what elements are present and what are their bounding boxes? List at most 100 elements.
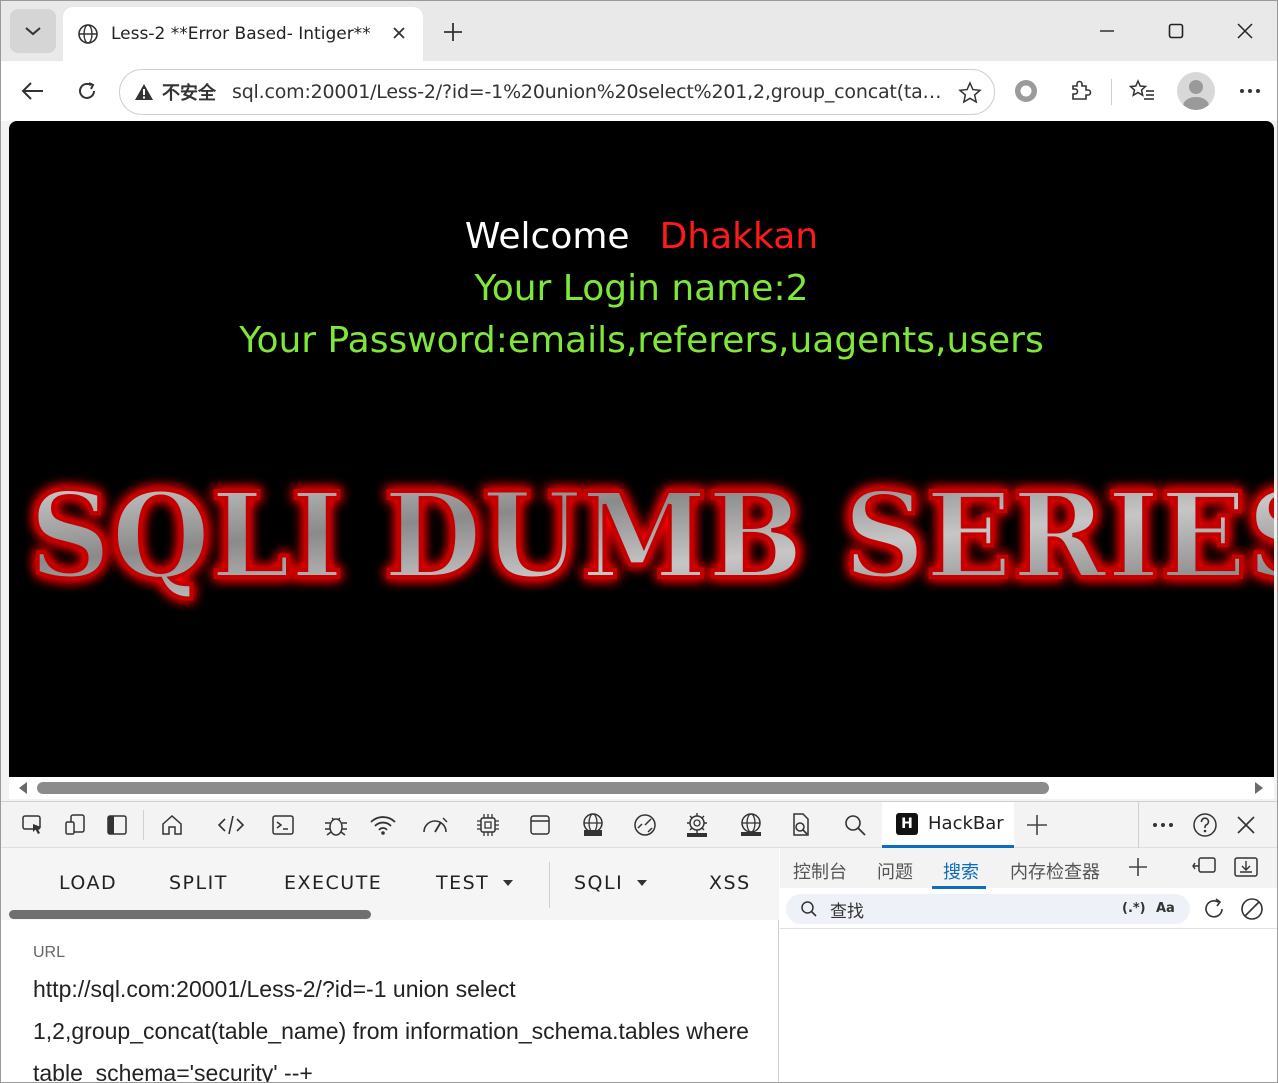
close-window-button[interactable] bbox=[1225, 13, 1265, 49]
regex-toggle[interactable]: (.*) bbox=[1122, 901, 1146, 916]
password-text: Your Password:emails,referers,uagents,us… bbox=[239, 320, 1044, 361]
drawer-dock-button[interactable] bbox=[1188, 852, 1220, 882]
search-files-tool-button[interactable] bbox=[785, 810, 817, 840]
minimize-button[interactable] bbox=[1087, 13, 1127, 49]
load-button[interactable]: LOAD bbox=[59, 872, 117, 894]
back-button[interactable] bbox=[13, 71, 53, 111]
tab-active[interactable]: Less-2 **Error Based- Intiger** bbox=[63, 7, 423, 61]
address-bar[interactable]: 不安全 sql.com:20001/Less-2/?id=-1%20union%… bbox=[119, 69, 995, 115]
refresh-search-button[interactable] bbox=[1198, 894, 1230, 924]
welcome-tool-button[interactable] bbox=[156, 810, 188, 840]
speedometer-icon bbox=[634, 814, 656, 836]
url-field-label: URL bbox=[33, 944, 66, 961]
document-search-icon bbox=[793, 813, 809, 836]
refresh-icon bbox=[79, 82, 95, 99]
inspect-element-button[interactable] bbox=[17, 810, 49, 840]
clear-search-button[interactable] bbox=[1236, 894, 1268, 924]
elements-tool-button[interactable] bbox=[215, 810, 247, 840]
star-icon bbox=[958, 81, 982, 104]
address-text[interactable]: sql.com:20001/Less-2/?id=-1%20union%20se… bbox=[232, 81, 944, 103]
security-tool-button[interactable] bbox=[577, 810, 609, 840]
help-button[interactable] bbox=[1189, 810, 1221, 840]
new-tab-button[interactable] bbox=[435, 15, 471, 49]
dock-icon bbox=[1192, 857, 1216, 873]
console-tool-button[interactable] bbox=[267, 810, 299, 840]
favorites-button[interactable] bbox=[1124, 73, 1160, 109]
globe-icon bbox=[78, 24, 98, 44]
site-security-indicator[interactable]: 不安全 bbox=[134, 79, 216, 105]
welcome-username: Dhakkan bbox=[659, 216, 819, 257]
devtools-panel: H HackBar LOAD SPLIT EXECUTE TEST SQLI X… bbox=[1, 801, 1277, 1082]
search-tool-button[interactable] bbox=[839, 810, 871, 840]
security-label: 不安全 bbox=[162, 83, 216, 104]
warning-icon bbox=[135, 84, 153, 100]
device-emulation-button[interactable] bbox=[59, 810, 91, 840]
execute-button[interactable]: EXECUTE bbox=[284, 872, 382, 894]
split-button[interactable]: SPLIT bbox=[169, 872, 228, 894]
match-case-toggle[interactable]: Aa bbox=[1156, 901, 1175, 916]
url-textarea[interactable]: http://sql.com:20001/Less-2/?id=-1 union… bbox=[33, 968, 763, 1082]
hackbar-panel: LOAD SPLIT EXECUTE TEST SQLI XSS URL htt… bbox=[1, 848, 779, 1082]
help-icon bbox=[1193, 813, 1217, 837]
caret-down-icon bbox=[637, 880, 648, 886]
devtools-more-button[interactable] bbox=[1147, 810, 1179, 840]
plus-icon bbox=[444, 23, 462, 41]
drawer-add-tool-button[interactable] bbox=[1122, 852, 1154, 882]
tab-close-button[interactable] bbox=[387, 21, 411, 45]
tab-search[interactable]: 搜索 bbox=[943, 858, 979, 884]
performance-tool-button[interactable] bbox=[419, 810, 451, 840]
search-icon bbox=[801, 901, 817, 917]
login-name-text: Your Login name:2 bbox=[474, 268, 809, 309]
rendering-tool-button[interactable] bbox=[681, 810, 713, 840]
drawer-minimize-button[interactable] bbox=[1230, 852, 1262, 882]
more-tools-button[interactable] bbox=[1021, 810, 1053, 840]
tab-memory-inspector[interactable]: 内存检查器 bbox=[1010, 858, 1100, 884]
search-placeholder: 查找 bbox=[830, 901, 864, 922]
search-input[interactable]: 查找 (.*) Aa bbox=[786, 894, 1190, 924]
scrollbar-thumb[interactable] bbox=[37, 782, 1049, 794]
inspect-icon bbox=[22, 815, 41, 834]
tab-console[interactable]: 控制台 bbox=[793, 858, 847, 884]
xss-dropdown[interactable]: XSS bbox=[709, 872, 751, 894]
home-icon bbox=[162, 814, 182, 835]
close-icon bbox=[1237, 816, 1255, 834]
bug-icon bbox=[325, 817, 347, 836]
toggle-sidebar-button[interactable] bbox=[101, 810, 133, 840]
close-devtools-button[interactable] bbox=[1230, 810, 1262, 840]
tab-hackbar[interactable]: H HackBar bbox=[882, 802, 1014, 848]
extensions-button[interactable] bbox=[1062, 73, 1098, 109]
welcome-text: Welcome bbox=[464, 216, 630, 257]
close-icon bbox=[393, 27, 405, 39]
drawer-tab-bar: 控制台 问题 搜索 内存检查器 bbox=[780, 848, 1277, 889]
tab-issues[interactable]: 问题 bbox=[877, 858, 913, 884]
application-tool-button[interactable] bbox=[524, 810, 556, 840]
hackbar-tab-label: HackBar bbox=[928, 813, 1004, 834]
memory-tool-button[interactable] bbox=[472, 810, 504, 840]
scroll-right-arrow-icon[interactable] bbox=[1255, 782, 1263, 794]
toolbar-divider bbox=[143, 810, 144, 840]
hackbar-logo-icon: H bbox=[896, 812, 918, 835]
more-horizontal-icon bbox=[1240, 89, 1260, 93]
refresh-button[interactable] bbox=[67, 71, 107, 111]
network-conditions-tool-button[interactable] bbox=[735, 810, 767, 840]
sqli-dropdown[interactable]: SQLI bbox=[574, 872, 648, 894]
button-row-scrollbar-thumb[interactable] bbox=[9, 910, 371, 919]
page-horizontal-scrollbar[interactable] bbox=[9, 777, 1274, 799]
css-overview-tool-button[interactable] bbox=[629, 810, 661, 840]
scroll-left-arrow-icon[interactable] bbox=[19, 782, 27, 794]
refresh-icon bbox=[1205, 898, 1223, 918]
profile-avatar[interactable] bbox=[1177, 72, 1215, 110]
toolbar-divider bbox=[1111, 79, 1112, 105]
favorite-button[interactable] bbox=[956, 79, 984, 107]
extension-button[interactable] bbox=[1008, 73, 1044, 109]
sources-tool-button[interactable] bbox=[320, 810, 352, 840]
tab-actions-menu-button[interactable] bbox=[10, 9, 56, 53]
gauge-icon bbox=[423, 817, 448, 833]
network-tool-button[interactable] bbox=[367, 810, 399, 840]
settings-more-button[interactable] bbox=[1232, 73, 1268, 109]
test-dropdown[interactable]: TEST bbox=[436, 872, 514, 894]
sqli-label: SQLI bbox=[574, 872, 624, 894]
maximize-button[interactable] bbox=[1156, 13, 1196, 49]
person-icon bbox=[1183, 80, 1209, 110]
puzzle-icon bbox=[1072, 80, 1092, 100]
